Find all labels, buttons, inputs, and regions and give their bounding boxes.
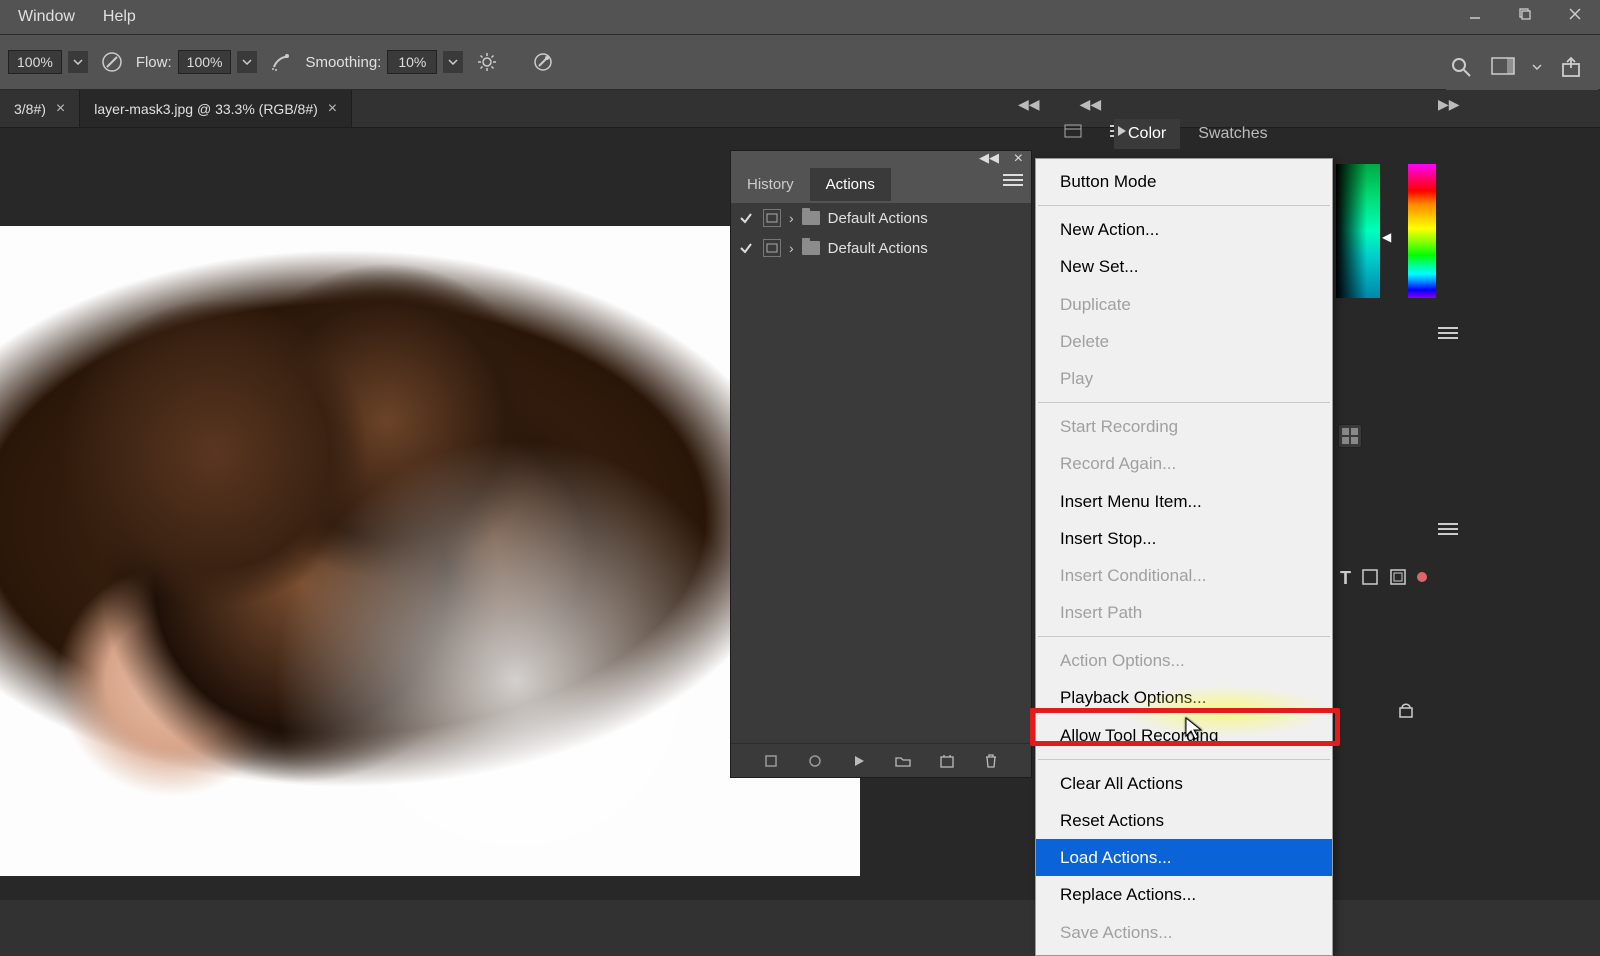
tab-actions[interactable]: Actions: [810, 168, 891, 201]
context-menu-item[interactable]: New Set...: [1036, 248, 1332, 285]
context-menu-separator: [1038, 636, 1330, 637]
context-menu-item: Duplicate: [1036, 286, 1332, 323]
context-menu-item: Start Recording: [1036, 408, 1332, 445]
color-panel-group: Color Swatches: [1056, 116, 1456, 152]
panel-menu-icon[interactable]: [1438, 326, 1458, 340]
context-menu-item[interactable]: Allow Tool Recording: [1036, 717, 1332, 754]
play-icon[interactable]: [850, 752, 868, 770]
smoothing-options-icon[interactable]: [473, 48, 501, 76]
action-set-label: Default Actions: [828, 210, 928, 227]
menu-help[interactable]: Help: [91, 2, 148, 32]
actions-collapsed-icon[interactable]: [1108, 120, 1130, 142]
document-tab-1[interactable]: layer-mask3.jpg @ 33.3% (RGB/8#) ×: [80, 90, 352, 127]
smoothing-label: Smoothing:: [305, 54, 381, 71]
context-menu-item[interactable]: Replace Actions...: [1036, 876, 1332, 913]
tab-swatches[interactable]: Swatches: [1184, 119, 1281, 149]
close-tab-icon[interactable]: ×: [56, 100, 65, 118]
context-menu-separator: [1038, 402, 1330, 403]
trash-icon[interactable]: [982, 752, 1000, 770]
action-set-label: Default Actions: [828, 240, 928, 257]
context-menu-separator: [1038, 759, 1330, 760]
toggle-dialog-icon[interactable]: [763, 209, 781, 227]
flow-dropdown[interactable]: [237, 51, 257, 73]
context-menu-item[interactable]: Button Mode: [1036, 163, 1332, 200]
smoothing-dropdown[interactable]: [443, 51, 463, 73]
hue-slider[interactable]: [1408, 164, 1436, 298]
context-menu-item: Record Again...: [1036, 445, 1332, 482]
context-menu-item[interactable]: Insert Menu Item...: [1036, 483, 1332, 520]
search-icon[interactable]: [1446, 52, 1476, 82]
new-set-icon[interactable]: [894, 752, 912, 770]
context-menu-item[interactable]: Clear All Actions: [1036, 765, 1332, 802]
actions-panel-footer: [731, 743, 1031, 777]
panel-collapse-icon[interactable]: ◀◀: [979, 150, 999, 166]
panel-collapse-left-icon[interactable]: ◀◀: [1018, 96, 1040, 113]
context-menu-item: Action Options...: [1036, 642, 1332, 679]
smoothing-value[interactable]: 10%: [387, 50, 437, 74]
shape-tool-icon[interactable]: [1361, 568, 1379, 589]
folder-icon: [802, 241, 820, 255]
options-bar-right: [1446, 40, 1598, 94]
toggle-dialog-icon[interactable]: [763, 239, 781, 257]
panel-menu-icon[interactable]: [1003, 173, 1023, 189]
record-icon[interactable]: [806, 752, 824, 770]
share-icon[interactable]: [1556, 52, 1586, 82]
panel-menu-icon[interactable]: [1438, 522, 1458, 536]
hue-slider-thumb-icon[interactable]: ◀: [1382, 230, 1391, 244]
minimize-button[interactable]: [1450, 0, 1500, 28]
context-menu-item[interactable]: New Action...: [1036, 211, 1332, 248]
context-menu-item[interactable]: Playback Options...: [1036, 679, 1332, 716]
document-tab-0[interactable]: 3/8#) ×: [0, 90, 80, 127]
opacity-dropdown[interactable]: [68, 51, 88, 73]
panel-expand-right-icon[interactable]: ▶▶: [1438, 96, 1460, 113]
context-menu-item: Delete: [1036, 323, 1332, 360]
stop-icon[interactable]: [762, 752, 780, 770]
window-controls: [1450, 0, 1600, 28]
pressure-opacity-icon[interactable]: [98, 48, 126, 76]
action-set-row[interactable]: › Default Actions: [731, 233, 1031, 263]
color-field-overlay: [1336, 164, 1380, 298]
panel-collapse-left-icon[interactable]: ◀◀: [1080, 96, 1102, 113]
context-menu-separator: [1038, 205, 1330, 206]
context-menu-item[interactable]: Load Actions...: [1036, 839, 1332, 876]
context-menu-item[interactable]: Insert Stop...: [1036, 520, 1332, 557]
folder-icon: [802, 211, 820, 225]
top-menubar: Window Help: [0, 0, 1600, 34]
new-action-icon[interactable]: [938, 752, 956, 770]
workspace-switcher-icon[interactable]: [1488, 52, 1518, 82]
maximize-button[interactable]: [1500, 0, 1550, 28]
airbrush-icon[interactable]: [267, 48, 295, 76]
smart-object-icon[interactable]: [1389, 568, 1407, 589]
context-menu-item: Insert Path: [1036, 594, 1332, 631]
symmetry-icon[interactable]: [529, 48, 557, 76]
document-tab-label: 3/8#): [14, 101, 46, 117]
close-window-button[interactable]: [1550, 0, 1600, 28]
close-tab-icon[interactable]: ×: [328, 100, 337, 118]
action-set-row[interactable]: › Default Actions: [731, 203, 1031, 233]
actions-list: › Default Actions › Default Actions: [731, 203, 1031, 743]
menu-window[interactable]: Window: [6, 2, 87, 32]
thumbnail-size-icon[interactable]: [1338, 424, 1362, 448]
flow-value[interactable]: 100%: [178, 50, 232, 74]
workspace-chevron-icon[interactable]: [1530, 52, 1544, 82]
context-menu-item: Save Actions...: [1036, 914, 1332, 951]
lock-icon[interactable]: [1398, 700, 1414, 718]
context-menu-item: Play: [1036, 360, 1332, 397]
context-menu-item: Insert Conditional...: [1036, 557, 1332, 594]
actions-panel: ◀◀ × History Actions › Default Actions ›…: [730, 150, 1032, 778]
actions-context-menu: Button Mode New Action...New Set...Duplic…: [1035, 158, 1333, 956]
options-bar: 100% Flow: 100% Smoothing: 10%: [0, 34, 1600, 90]
history-collapsed-icon[interactable]: [1062, 120, 1084, 142]
context-menu-item[interactable]: Reset Actions: [1036, 802, 1332, 839]
toggle-check-icon[interactable]: [737, 239, 755, 257]
expand-caret-icon[interactable]: ›: [789, 240, 794, 256]
opacity-value[interactable]: 100%: [8, 50, 62, 74]
layer-effects-dot-icon: [1417, 572, 1427, 582]
document-tab-label: layer-mask3.jpg @ 33.3% (RGB/8#): [94, 101, 318, 117]
expand-caret-icon[interactable]: ›: [789, 210, 794, 226]
tab-history[interactable]: History: [731, 168, 810, 201]
toggle-check-icon[interactable]: [737, 209, 755, 227]
type-tool-icon[interactable]: T: [1340, 568, 1351, 589]
flow-label: Flow:: [136, 54, 172, 71]
